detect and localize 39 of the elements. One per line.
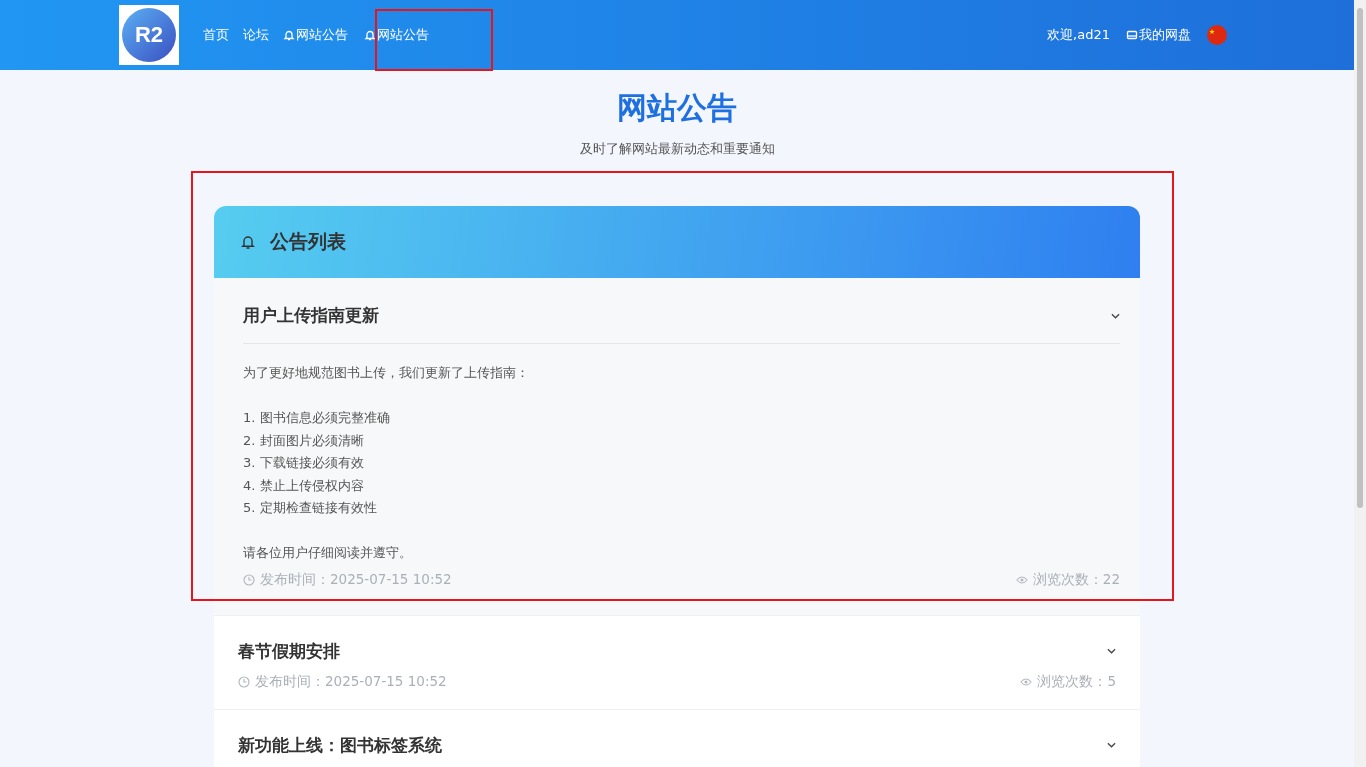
view-count: 浏览次数：22 — [1015, 570, 1120, 589]
clock-icon — [243, 573, 255, 586]
welcome-text: 欢迎,ad21 — [1047, 26, 1110, 44]
publish-time: 发布时间：2025-07-15 10:52 — [238, 672, 447, 691]
bell-icon — [364, 29, 376, 41]
chevron-down-icon[interactable] — [1107, 742, 1116, 748]
drive-link[interactable]: 我的网盘 — [1126, 26, 1191, 44]
chevron-down-icon[interactable] — [1107, 648, 1116, 654]
bell-icon — [240, 234, 256, 250]
panel-title: 公告列表 — [270, 229, 346, 254]
page-title: 网站公告 — [616, 89, 738, 127]
announcement-item[interactable]: 春节假期安排 发布时间：2025-07-15 10:52 浏览次数：5 — [214, 615, 1140, 710]
announcement-title: 用户上传指南更新 — [243, 304, 379, 327]
eye-icon — [1020, 675, 1033, 688]
nav-link[interactable]: 首页 — [203, 26, 229, 44]
announcement-text: 请各位用户仔细阅读并遵守。 — [243, 544, 413, 562]
publish-time: 发布时间：2025-07-15 10:52 — [243, 570, 452, 589]
scrollbar[interactable] — [1354, 0, 1366, 767]
drive-icon — [1126, 29, 1138, 41]
clock-icon — [238, 675, 250, 688]
announcement-item[interactable]: 新功能上线：图书标签系统 — [214, 709, 1140, 767]
view-count: 浏览次数：5 — [1020, 672, 1116, 691]
nav-link[interactable]: 论坛 — [243, 26, 269, 44]
list-item-text: 5. 定期检查链接有效性 — [243, 499, 378, 517]
announcement-title: 新功能上线：图书标签系统 — [238, 733, 442, 757]
nav-link[interactable]: 网站公告 — [283, 26, 348, 44]
site-logo[interactable]: R2 — [119, 5, 179, 65]
list-item-text: 1. 图书信息必须完整准确 — [243, 409, 391, 427]
list-item-text: 2. 封面图片必须清晰 — [243, 431, 365, 450]
eye-icon — [1015, 573, 1028, 586]
announcement-title: 春节假期安排 — [238, 639, 340, 663]
list-item-text: 4. 禁止上传侵权内容 — [243, 476, 365, 495]
page-subtitle: 及时了解网站最新动态和重要通知 — [578, 140, 776, 158]
nav-link[interactable]: 网站公告 — [364, 26, 429, 44]
list-item-text: 3. 下载链接必须有效 — [243, 454, 365, 472]
chevron-down-icon[interactable] — [1111, 312, 1120, 319]
announcement-text: 为了更好地规范图书上传，我们更新了上传指南： — [243, 364, 530, 382]
bell-icon — [283, 29, 295, 41]
announcement-item[interactable]: 用户上传指南更新 为了更好地规范图书上传，我们更新了上传指南： 1. 图书信息必须完整准确 2. 封面图片必须清晰 3. 下载链接必须有效 4. 禁止上传侵权内容 5. 定期检查链接有效性 请各位用户仔细阅读并遵守。 发布时间：2025-07-15 10:52 浏览次数：22 — [214, 278, 1140, 616]
